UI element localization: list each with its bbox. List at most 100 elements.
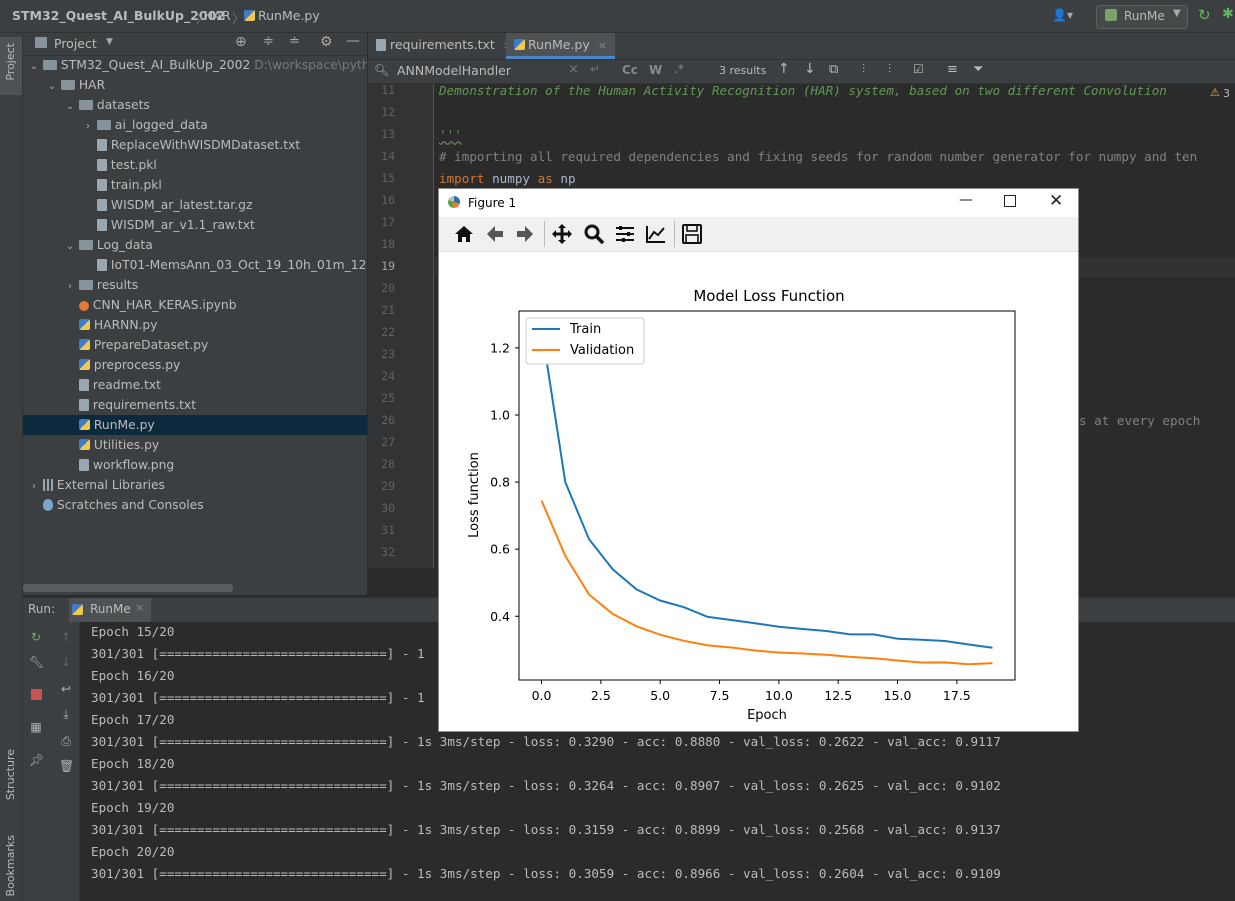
horizontal-scrollbar[interactable]	[23, 584, 233, 592]
subplots-icon[interactable]	[614, 223, 636, 245]
close-icon[interactable]: ✕	[1049, 191, 1063, 211]
save-icon[interactable]	[681, 223, 703, 245]
tree-item[interactable]: WISDM_ar_v1.1_raw.txt	[23, 215, 367, 235]
maximize-icon[interactable]	[1004, 195, 1016, 207]
run-tab[interactable]: RunMe ×	[69, 598, 151, 622]
locate-icon[interactable]: ⊕	[235, 34, 247, 50]
chevron-right-icon[interactable]: ›	[29, 477, 39, 495]
tree-item[interactable]: HARNN.py	[23, 315, 367, 335]
gear-icon[interactable]: ⚙	[320, 34, 333, 50]
tree-item[interactable]: train.pkl	[23, 175, 367, 195]
figure-title: Figure 1	[468, 196, 517, 210]
clear-search-icon[interactable]: ×	[568, 62, 579, 77]
loss-chart[interactable]: Model Loss Function 0.0 2.5 5.0 7.5 10.0 12.5…	[439, 252, 1078, 731]
scroll-to-end-icon[interactable]: ⤓	[59, 707, 73, 721]
figure-window[interactable]: Figure 1 — ✕ Model Loss Function 0.0 2.5 5…	[438, 188, 1079, 732]
tree-item[interactable]: CNN_HAR_KERAS.ipynb	[23, 295, 367, 315]
chevron-down-icon[interactable]: ⌄	[65, 237, 75, 255]
run-configuration-select[interactable]: RunMe ▼	[1096, 5, 1188, 29]
layout-icon[interactable]: ▦	[29, 720, 43, 734]
debug-icon[interactable]: ✱	[1222, 6, 1234, 22]
soft-wrap-icon[interactable]: ↩	[59, 682, 73, 696]
collapse-all-icon[interactable]: ≐	[289, 34, 300, 49]
pin-icon[interactable]: 📌︎	[29, 753, 44, 767]
tree-item[interactable]: readme.txt	[23, 375, 367, 395]
whole-words-button[interactable]: W	[649, 63, 662, 77]
figure-title-bar[interactable]: Figure 1 — ✕	[439, 189, 1078, 217]
tree-item[interactable]: WISDM_ar_latest.tar.gz	[23, 195, 367, 215]
breadcrumb-project[interactable]: STM32_Quest_AI_BulkUp_2002	[12, 8, 225, 23]
tab-runme[interactable]: RunMe.py ×	[506, 33, 615, 59]
chevron-down-icon[interactable]: ▼	[106, 37, 113, 47]
rerun-icon[interactable]: ↻	[1198, 6, 1211, 24]
breadcrumb-file[interactable]: RunMe.py	[244, 8, 320, 23]
tree-item[interactable]: RunMe.py	[23, 415, 367, 435]
edit-axis-icon[interactable]	[645, 223, 667, 245]
breadcrumb-folder[interactable]: HAR	[204, 8, 231, 23]
project-panel: Project ▼ ⊕ ≑ ≐ ⚙ — ⌄ STM32_Quest_AI_Bul…	[23, 33, 367, 595]
wrench-icon[interactable]: 🔧︎	[29, 655, 44, 669]
warning-icon[interactable]: ⚠	[1210, 86, 1220, 99]
tree-item[interactable]: ⌄ HAR	[23, 75, 367, 95]
tree-item[interactable]: › results	[23, 275, 367, 295]
project-path: D:\workspace\python	[254, 58, 367, 72]
chevron-right-icon[interactable]: ›	[83, 117, 93, 135]
tree-item[interactable]: workflow.png	[23, 455, 367, 475]
new-line-icon[interactable]: ↵	[590, 62, 600, 76]
navigation-bar: STM32_Quest_AI_BulkUp_2002 〉 HAR 〉 RunMe…	[0, 0, 1235, 33]
tab-requirements[interactable]: requirements.txt ×	[368, 33, 520, 59]
select-all-occurrences-icon[interactable]: ⧉	[829, 62, 838, 77]
hide-icon[interactable]: —	[346, 33, 360, 49]
remove-occurrence-icon[interactable]: ⫶	[888, 62, 891, 77]
close-icon[interactable]: ×	[598, 39, 607, 52]
forward-icon[interactable]	[514, 223, 536, 245]
tree-item[interactable]: ⌄ Log_data	[23, 235, 367, 255]
print-icon[interactable]: ⎙	[59, 734, 73, 748]
up-icon[interactable]: ↑	[59, 630, 73, 644]
previous-occurrence-icon[interactable]: ↑	[778, 61, 790, 77]
bookmarks-tool-tab[interactable]: Bookmarks	[4, 835, 17, 896]
rerun-icon[interactable]: ↻	[29, 630, 43, 644]
down-icon[interactable]: ↓	[59, 655, 73, 669]
pan-icon[interactable]	[551, 223, 573, 245]
regex-button[interactable]: .*	[674, 62, 684, 76]
trash-icon[interactable]: 🗑︎	[59, 759, 74, 773]
multiline-icon[interactable]: ≡	[947, 62, 958, 77]
tree-item[interactable]: preprocess.py	[23, 355, 367, 375]
zoom-icon[interactable]	[583, 223, 605, 245]
stop-icon[interactable]	[31, 689, 42, 700]
tree-item[interactable]: IoT01-MemsAnn_03_Oct_19_10h_01m_12s.csv	[23, 255, 367, 275]
chevron-down-icon[interactable]: ⌄	[29, 57, 39, 75]
tree-item[interactable]: PrepareDataset.py	[23, 335, 367, 355]
tree-item[interactable]: Scratches and Consoles	[23, 495, 367, 515]
filter-icon[interactable]: ⏷	[973, 62, 983, 77]
user-icon[interactable]: 👤▾	[1052, 8, 1073, 22]
tree-item[interactable]: ⌄ datasets	[23, 95, 367, 115]
close-icon[interactable]: ×	[135, 601, 144, 614]
home-icon[interactable]	[453, 223, 475, 245]
match-case-button[interactable]: Cc	[622, 63, 638, 77]
chevron-down-icon[interactable]: ⌄	[65, 97, 75, 115]
search-icon[interactable]: 🔍︎	[374, 63, 389, 77]
console-line: 301/301 [==============================]…	[91, 822, 1001, 837]
search-input[interactable]: ANNModelHandler	[397, 63, 511, 78]
select-all-occurrences-icon[interactable]: ☑	[913, 62, 924, 76]
tree-item[interactable]: › External Libraries	[23, 475, 367, 495]
chevron-down-icon[interactable]: ⌄	[47, 77, 57, 95]
add-occurrence-icon[interactable]: ⫶	[862, 62, 865, 77]
back-icon[interactable]	[484, 223, 506, 245]
next-occurrence-icon[interactable]: ↓	[804, 61, 816, 77]
tree-item[interactable]: test.pkl	[23, 155, 367, 175]
tree-item[interactable]: ⌄ STM32_Quest_AI_BulkUp_2002 D:\workspac…	[23, 55, 367, 75]
matplotlib-icon	[448, 196, 460, 208]
tree-item[interactable]: requirements.txt	[23, 395, 367, 415]
chevron-right-icon[interactable]: ›	[65, 277, 75, 295]
expand-all-icon[interactable]: ≑	[263, 34, 274, 49]
tree-item[interactable]: ReplaceWithWISDMDataset.txt	[23, 135, 367, 155]
tree-item[interactable]: Utilities.py	[23, 435, 367, 455]
minimize-icon[interactable]: —	[959, 192, 973, 208]
tree-item[interactable]: › ai_logged_data	[23, 115, 367, 135]
project-tool-tab[interactable]: Project	[0, 37, 22, 95]
project-view-select[interactable]: Project	[54, 36, 97, 51]
structure-tool-tab[interactable]: Structure	[4, 749, 17, 800]
